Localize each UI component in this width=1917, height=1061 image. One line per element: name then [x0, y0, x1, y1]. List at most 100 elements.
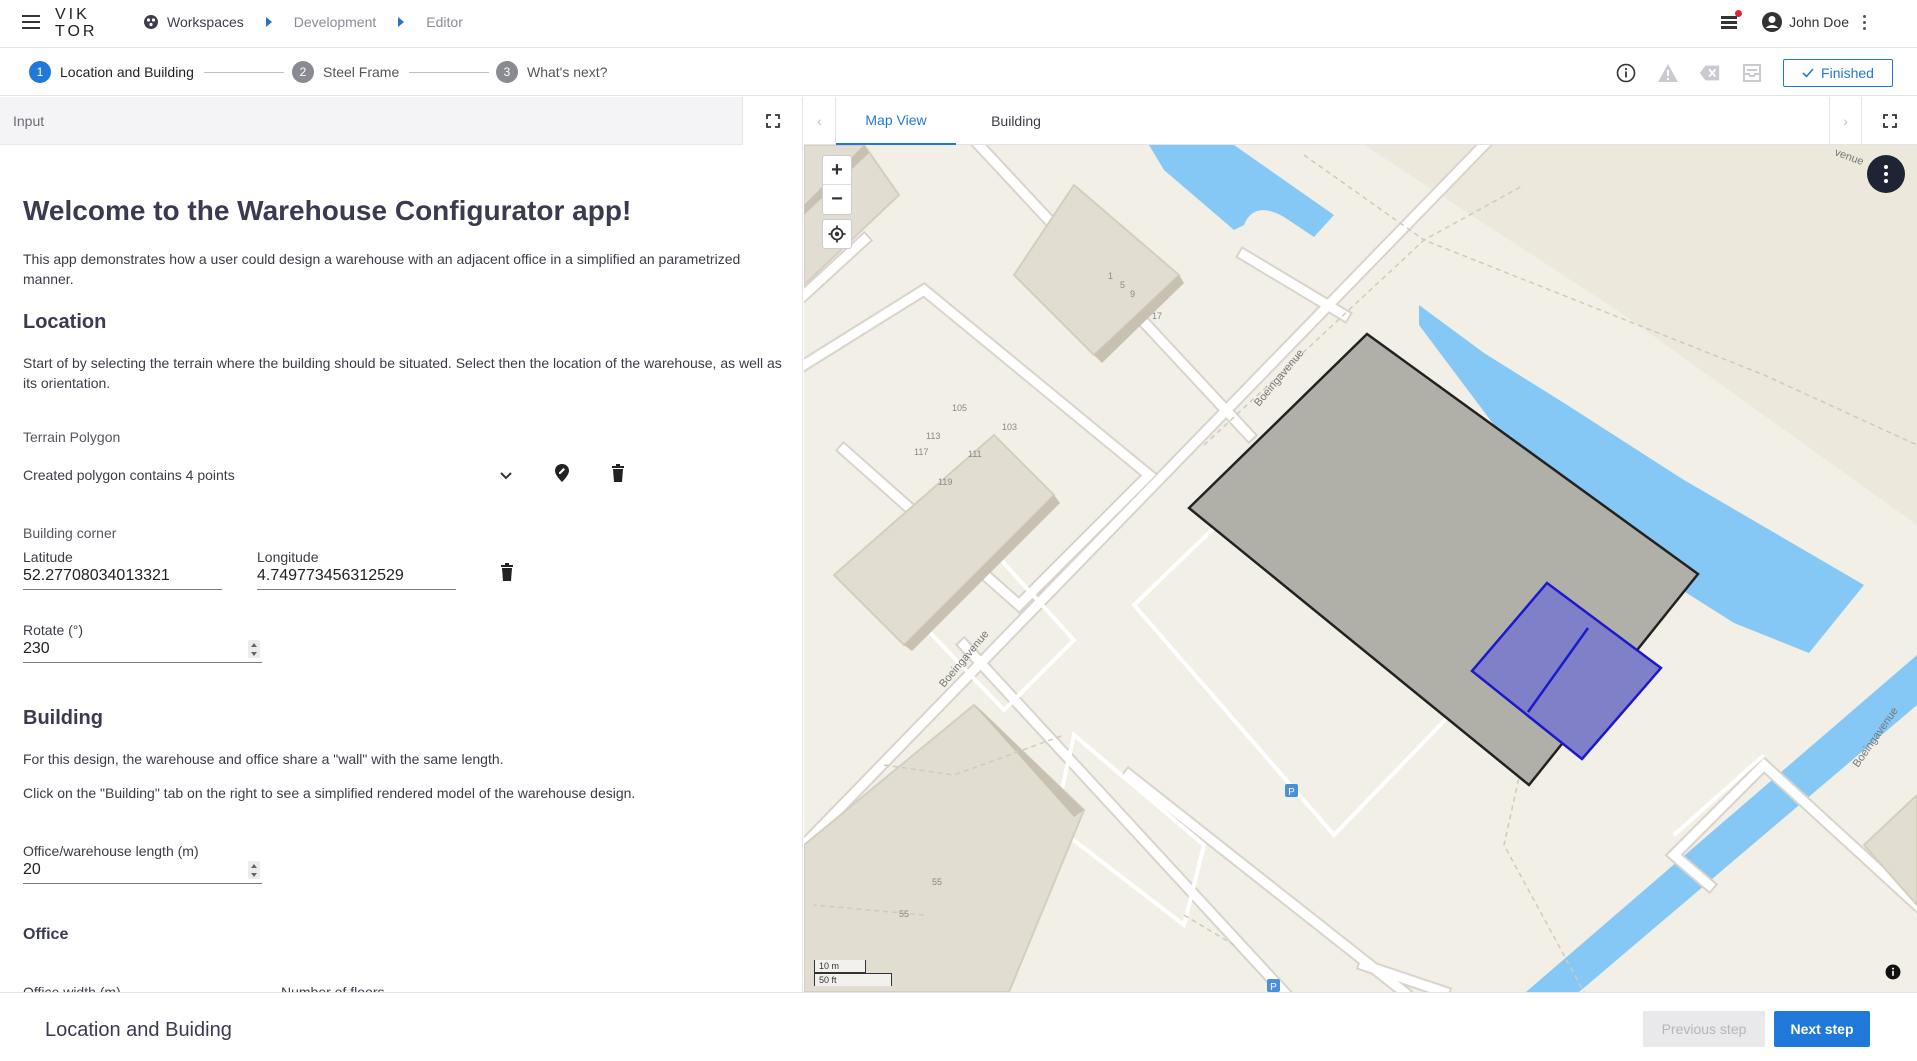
jobs-icon[interactable] — [1719, 10, 1743, 32]
location-heading: Location — [23, 311, 107, 333]
house-number: 117 — [914, 447, 928, 457]
length-label: Office/warehouse length (m) — [23, 843, 199, 859]
previous-step-button[interactable]: Previous step — [1643, 1011, 1765, 1047]
notification-dot — [1735, 10, 1743, 17]
map-scale: 10 m 50 ft — [814, 960, 892, 986]
breadcrumb-development[interactable]: Development — [294, 14, 377, 30]
locate-icon[interactable] — [822, 219, 852, 249]
inbox-icon[interactable] — [1741, 62, 1763, 84]
delete-polygon-icon[interactable] — [611, 464, 625, 487]
rotate-stepper[interactable] — [248, 640, 260, 658]
welcome-heading: Welcome to the Warehouse Configurator ap… — [23, 195, 632, 226]
delete-corner-icon[interactable] — [500, 563, 514, 586]
parking-label: P — [1288, 787, 1295, 798]
house-number: 1 — [1108, 271, 1113, 281]
office-heading: Office — [23, 926, 69, 943]
workspaces-icon — [144, 15, 158, 29]
terrain-polygon-value: Created polygon contains 4 points — [23, 467, 235, 483]
rotate-input[interactable]: 230 — [23, 639, 262, 663]
step-label: Steel Frame — [323, 64, 400, 80]
water-area — [1149, 145, 1334, 237]
building-heading: Building — [23, 707, 103, 729]
warning-icon[interactable] — [1657, 62, 1679, 84]
zoom-controls: + − — [822, 155, 852, 215]
step-label: What's next? — [527, 64, 608, 80]
rotate-value: 230 — [23, 640, 50, 657]
edit-location-icon[interactable] — [554, 463, 570, 488]
house-number: 105 — [952, 403, 967, 413]
tab-map-view[interactable]: Map View — [836, 97, 956, 145]
step-connector — [409, 72, 489, 73]
input-panel-header: Input — [0, 97, 802, 145]
breadcrumb-workspaces[interactable]: Workspaces — [143, 14, 244, 30]
user-menu[interactable]: John Doe — [1761, 11, 1849, 33]
building-text-2: Click on the "Building" tab on the right… — [23, 785, 636, 801]
breadcrumb-separator-icon — [398, 17, 405, 27]
step-footer: Location and Buiding Previous step Next … — [0, 992, 1917, 1061]
input-panel-title: Input — [13, 113, 45, 129]
house-number: 119 — [938, 477, 952, 487]
house-number: 103 — [1002, 422, 1017, 432]
zoom-out-button[interactable]: − — [823, 185, 851, 214]
tab-building[interactable]: Building — [956, 97, 1076, 145]
parking-label: P — [1270, 982, 1277, 992]
top-right-controls: John Doe — [1719, 0, 1917, 44]
house-number: 9 — [1130, 289, 1135, 299]
length-input[interactable]: 20 — [23, 860, 262, 884]
parking-sign-icon: P — [1285, 784, 1298, 798]
rotate-label: Rotate (°) — [23, 622, 84, 638]
finished-button[interactable]: Finished — [1783, 59, 1893, 87]
top-bar: VIK TOR Workspaces Development Editor Jo… — [0, 0, 1917, 48]
house-number: 17 — [1152, 311, 1162, 321]
account-icon — [1762, 12, 1783, 32]
scale-feet: 50 ft — [814, 973, 892, 986]
menu-icon[interactable] — [22, 15, 40, 29]
building-corner-label: Building corner — [23, 525, 117, 541]
chevron-down-icon[interactable] — [498, 469, 514, 487]
step-location-and-building[interactable]: 1 Location and Building — [29, 61, 194, 83]
output-panel: ‹ Map View Building › P P Boeingavenue B… — [804, 97, 1917, 992]
latitude-input[interactable]: 52.27708034013321 — [23, 566, 222, 590]
map-options-icon[interactable] — [1867, 155, 1905, 193]
tab-scroll-left-icon[interactable]: ‹ — [804, 97, 836, 145]
map-canvas[interactable]: P P Boeingavenue Boeingavenue Boeingaven… — [804, 145, 1917, 992]
map-view[interactable]: P P Boeingavenue Boeingavenue Boeingaven… — [804, 145, 1917, 992]
attribution-info-icon[interactable] — [1885, 964, 1901, 980]
tab-scroll-right-icon[interactable]: › — [1829, 97, 1861, 145]
current-step-title: Location and Buiding — [45, 1019, 232, 1041]
step-number: 2 — [292, 61, 314, 83]
parking-sign-icon: P — [1267, 979, 1280, 992]
step-whats-next[interactable]: 3 What's next? — [496, 61, 608, 83]
breadcrumb: Workspaces Development Editor — [143, 0, 485, 44]
house-number: 111 — [968, 449, 982, 459]
breadcrumb-separator-icon — [265, 17, 272, 27]
input-panel: Input Welcome to the Warehouse Configura… — [0, 97, 803, 992]
zoom-in-button[interactable]: + — [823, 156, 851, 185]
viktor-logo[interactable]: VIK TOR — [55, 6, 97, 40]
clear-results-icon[interactable] — [1699, 62, 1721, 84]
stepper: 1 Location and Building 2 Steel Frame 3 … — [0, 48, 1917, 96]
building-text-1: For this design, the warehouse and offic… — [23, 751, 504, 767]
info-icon[interactable] — [1615, 62, 1637, 84]
step-connector — [204, 72, 284, 73]
office-width-label: Office width (m) — [23, 984, 121, 992]
view-tabs: ‹ Map View Building › — [804, 97, 1917, 145]
step-number: 3 — [496, 61, 518, 83]
scale-meters: 10 m — [814, 960, 866, 973]
breadcrumb-label: Workspaces — [167, 14, 244, 30]
logo-line-1: VIK — [55, 6, 90, 23]
view-fullscreen-icon[interactable] — [1861, 97, 1917, 145]
next-step-button[interactable]: Next step — [1774, 1011, 1870, 1047]
terrain-polygon-label: Terrain Polygon — [23, 429, 121, 445]
breadcrumb-editor[interactable]: Editor — [426, 14, 463, 30]
step-steel-frame[interactable]: 2 Steel Frame — [292, 61, 399, 83]
fullscreen-icon[interactable] — [742, 97, 802, 145]
house-number: 55 — [899, 909, 909, 919]
more-options-icon[interactable] — [1863, 14, 1867, 30]
length-stepper[interactable] — [248, 861, 260, 879]
step-number: 1 — [29, 61, 51, 83]
step-tools: Finished — [1615, 59, 1893, 87]
house-number: 113 — [926, 431, 940, 441]
house-number: 5 — [1120, 280, 1125, 290]
longitude-input[interactable]: 4.749773456312529 — [257, 566, 456, 590]
